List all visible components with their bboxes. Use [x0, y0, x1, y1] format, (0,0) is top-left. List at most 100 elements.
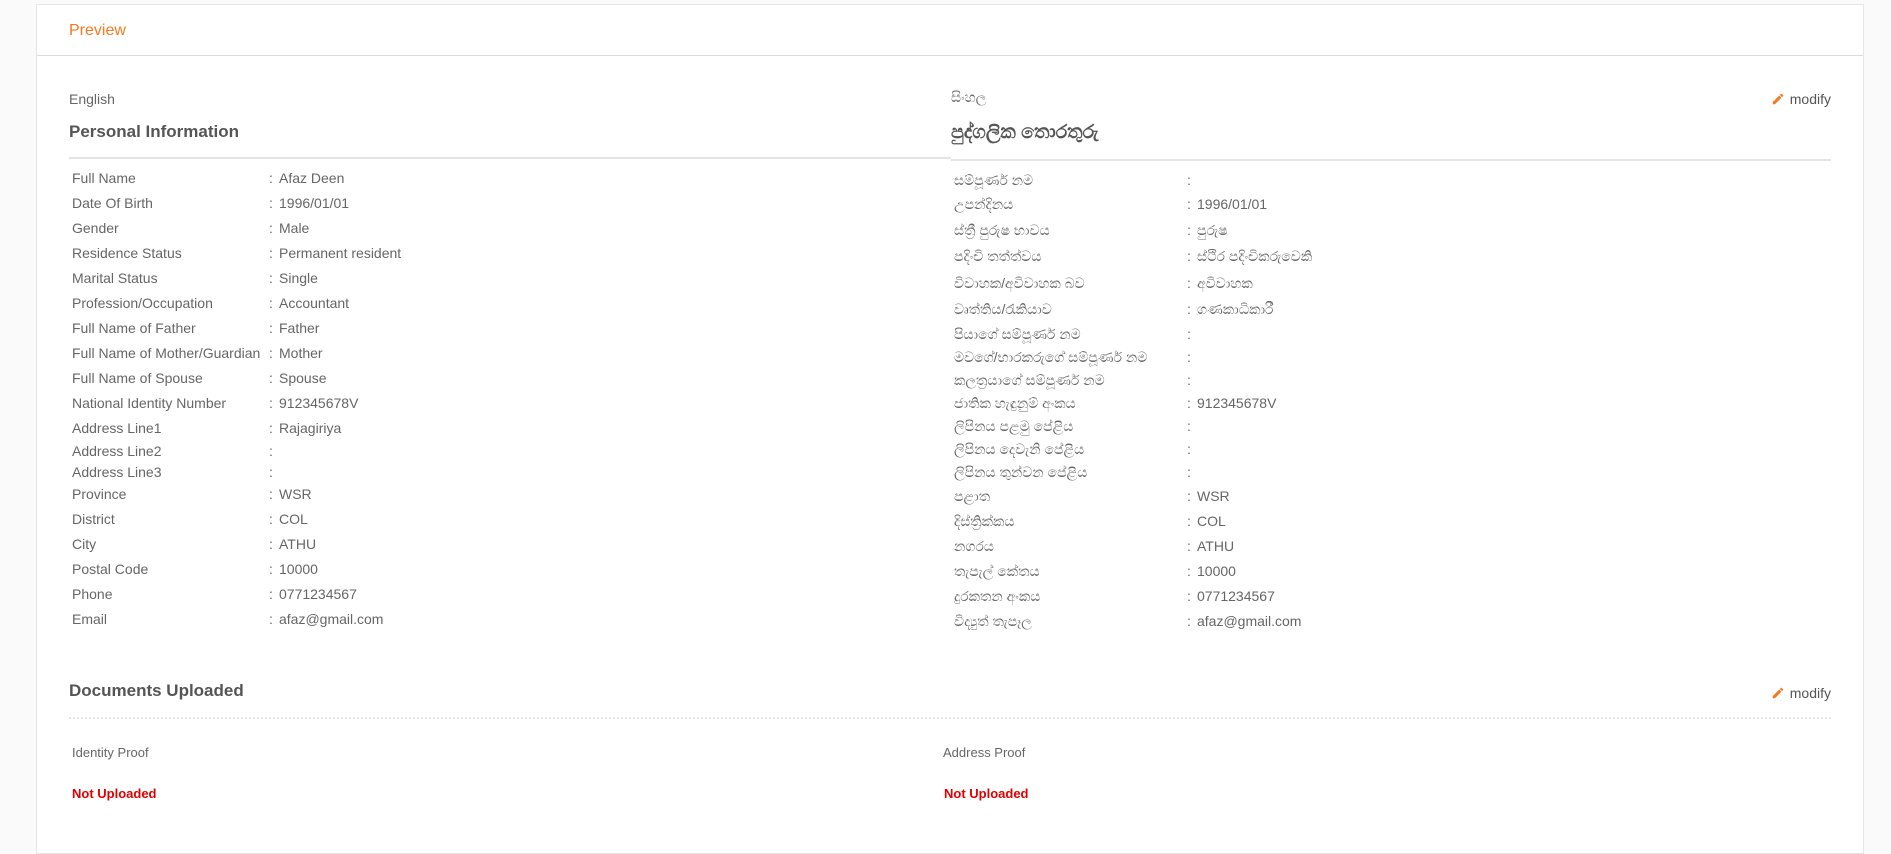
info-row: Profession/Occupation: Accountant — [72, 295, 951, 312]
info-label: Residence Status — [72, 245, 182, 261]
info-row: ලිපිනය තුන්වන පේළිය: — [954, 464, 1831, 481]
info-row: විවාහක/අවිවාහක බව: අවිවාහක — [954, 275, 1831, 292]
separator: : — [1187, 172, 1191, 188]
info-label: උපන්දිනය — [954, 196, 1014, 212]
separator: : — [269, 443, 273, 459]
info-row: Phone:0771234567 — [72, 586, 951, 603]
info-row: නගරය: ATHU — [954, 538, 1831, 555]
separator: : — [269, 561, 273, 577]
page-title: Preview — [69, 22, 126, 39]
preview-card: Preview English Personal Information Ful… — [36, 4, 1864, 854]
separator: : — [1187, 418, 1191, 434]
info-label: Full Name of Spouse — [72, 370, 203, 386]
separator: : — [1187, 588, 1191, 604]
separator: : — [269, 536, 273, 552]
info-row: ලිපිනය පළමු පේළිය: — [954, 418, 1831, 435]
info-value: ස්ථිර පදිංචිකරුවෙකි — [1197, 248, 1313, 264]
info-value: 1996/01/01 — [1197, 196, 1268, 212]
separator: : — [1187, 464, 1191, 480]
info-row: ජාතික හැඳුනුම් අංකය:912345678V — [954, 395, 1831, 412]
info-row: Full Name of Father: Father — [72, 320, 951, 337]
info-row: Address Line3: — [72, 464, 951, 481]
separator: : — [269, 320, 273, 336]
info-value: Permanent resident — [279, 245, 402, 261]
info-label: Marital Status — [72, 270, 158, 286]
info-row: National Identity Number:912345678V — [72, 395, 951, 412]
sinhala-column: සිංහල පුද්ගලික තොරතුරු සම්පූර්ණ නම: උපන්ද… — [951, 89, 1831, 638]
sinhala-info-list: සම්පූර්ණ නම: උපන්දිනය:1996/01/01 ස්ත්‍රී ප… — [951, 172, 1831, 630]
info-label: මවගේ/භාරකරුගේ සම්පූර්ණ නම — [954, 349, 1148, 365]
info-row: විද්‍යුත් තැපෑල: afaz@gmail.com — [954, 613, 1831, 630]
info-row: City: ATHU — [72, 536, 951, 553]
separator: : — [269, 220, 273, 236]
separator: : — [269, 586, 273, 602]
info-row: District: COL — [72, 511, 951, 528]
info-label: Address Line1 — [72, 420, 162, 436]
modify-documents-button[interactable]: modify — [1771, 685, 1831, 701]
info-value: ATHU — [1197, 538, 1235, 554]
info-row: සම්පූර්ණ නම: — [954, 172, 1831, 189]
address-proof-label: Address Proof — [943, 745, 1026, 760]
info-row: තැපැල් කේතය:10000 — [954, 563, 1831, 580]
separator: : — [269, 395, 273, 411]
info-label: Email — [72, 611, 108, 627]
info-value: 10000 — [279, 561, 318, 577]
info-label: කලත්‍රයාගේ සම්පූර්ණ නම — [954, 372, 1105, 388]
info-row: දුරකතන අංකය:0771234567 — [954, 588, 1831, 605]
info-label: ලිපිනය දෙවැනි පේළිය — [954, 441, 1085, 457]
info-label: විවාහක/අවිවාහක බව — [954, 275, 1085, 291]
documents-uploaded-title: Documents Uploaded — [69, 681, 244, 700]
info-row: Gender: Male — [72, 220, 951, 237]
separator: : — [269, 464, 273, 480]
info-label: District — [72, 511, 115, 527]
divider — [951, 159, 1831, 161]
info-row: පළාත: WSR — [954, 488, 1831, 505]
separator: : — [269, 195, 273, 211]
info-label: ලිපිනය තුන්වන පේළිය — [954, 464, 1088, 480]
info-label: ස්ත්‍රී පුරුෂ භාවය — [954, 222, 1050, 238]
pencil-icon — [1772, 93, 1784, 105]
separator: : — [1187, 222, 1191, 238]
info-row: මවගේ/භාරකරුගේ සම්පූර්ණ නම: — [954, 349, 1831, 366]
info-row: ලිපිනය දෙවැනි පේළිය: — [954, 441, 1831, 458]
separator: : — [1187, 395, 1191, 411]
modify-label: modify — [1789, 91, 1831, 107]
personal-information-title-sinhala: පුද්ගලික තොරතුරු — [951, 122, 1099, 143]
separator: : — [269, 611, 273, 627]
info-row: Full Name of Spouse: Spouse — [72, 370, 951, 387]
separator: : — [1187, 326, 1191, 342]
personal-information-title: Personal Information — [69, 122, 240, 141]
separator: : — [1187, 513, 1191, 529]
info-row: Province: WSR — [72, 486, 951, 503]
separator: : — [269, 295, 273, 311]
info-label: City — [72, 536, 97, 552]
separator: : — [269, 345, 273, 361]
info-label: තැපැල් කේතය — [954, 563, 1040, 579]
info-label: පදිංචි තත්ත්වය — [954, 248, 1042, 264]
info-label: දුරකතන අංකය — [954, 588, 1041, 604]
identity-proof-status: Not Uploaded — [72, 786, 157, 801]
info-label: විද්‍යුත් තැපෑල — [954, 613, 1032, 629]
info-value: Rajagiriya — [279, 420, 342, 436]
info-value: 10000 — [1197, 563, 1236, 579]
modify-label: modify — [1789, 685, 1831, 701]
english-info-list: Full Name: Afaz Deen Date Of Birth:1996/01… — [69, 170, 951, 628]
info-row: වෘත්තිය/රැකියාව: ගණකාධිකාරී — [954, 301, 1831, 318]
identity-proof-label: Identity Proof — [72, 745, 149, 760]
english-column: English Personal Information Full Name: A… — [69, 91, 951, 636]
info-row: Address Line2: — [72, 443, 951, 460]
info-value: afaz@gmail.com — [1197, 613, 1302, 629]
separator: : — [1187, 349, 1191, 365]
documents-section: Documents Uploaded Identity Proof Addres… — [69, 681, 1831, 801]
address-proof-status: Not Uploaded — [944, 786, 1029, 801]
modify-personal-info-button[interactable]: modify — [1771, 91, 1831, 107]
separator: : — [1187, 488, 1191, 504]
language-label-sinhala: සිංහල — [951, 89, 987, 105]
separator: : — [1187, 372, 1191, 388]
info-row: පියාගේ සම්පූර්ණ නම: — [954, 326, 1831, 343]
info-row: පදිංචි තත්ත්වය: ස්ථිර පදිංචිකරුවෙකි — [954, 248, 1831, 265]
info-value: 1996/01/01 — [279, 195, 350, 211]
info-value: Father — [279, 320, 320, 336]
info-label: වෘත්තිය/රැකියාව — [954, 301, 1052, 317]
divider — [69, 717, 1831, 719]
